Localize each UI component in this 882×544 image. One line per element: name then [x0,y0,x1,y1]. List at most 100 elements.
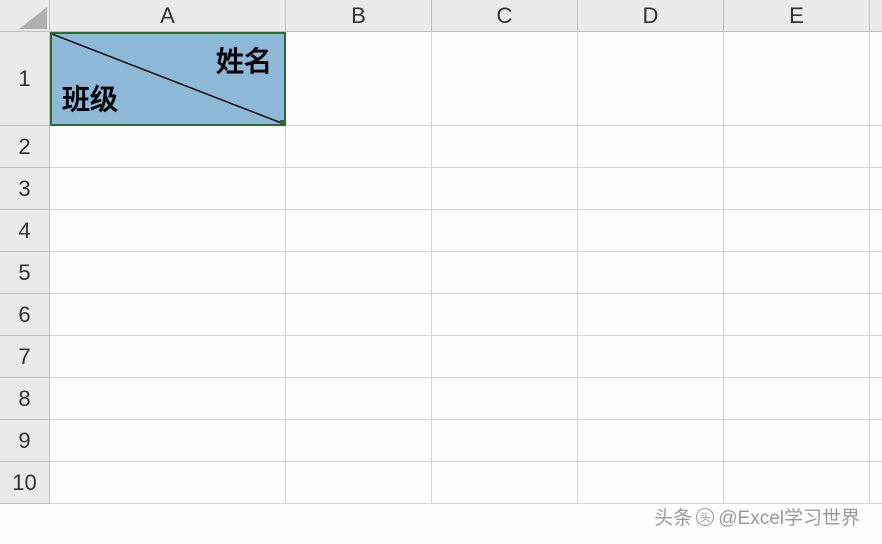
cell-C4[interactable] [432,210,578,252]
row-label: 3 [18,176,30,202]
cell-C9[interactable] [432,420,578,462]
cell-D10[interactable] [578,462,724,504]
column-header-C[interactable]: C [432,0,578,32]
cell-B10[interactable] [286,462,432,504]
cell-edge [870,420,882,462]
cell-D9[interactable] [578,420,724,462]
cell-D7[interactable] [578,336,724,378]
row-label: 4 [18,218,30,244]
cell-C8[interactable] [432,378,578,420]
cell-B1[interactable] [286,32,432,126]
col-label: C [497,3,513,29]
row-header-1[interactable]: 1 [0,32,50,126]
col-label: A [160,3,175,29]
cell-A5[interactable] [50,252,286,294]
cell-C3[interactable] [432,168,578,210]
cell-edge [870,462,882,504]
select-all-corner[interactable] [0,0,50,32]
cell-A6[interactable] [50,294,286,336]
row-label: 2 [18,134,30,160]
cell-edge [870,210,882,252]
cell-C6[interactable] [432,294,578,336]
select-all-triangle-icon [19,7,47,29]
row-header-5[interactable]: 5 [0,252,50,294]
cell-edge [870,168,882,210]
cell-A10[interactable] [50,462,286,504]
column-header-E[interactable]: E [724,0,870,32]
row-label: 8 [18,386,30,412]
col-label: D [643,3,659,29]
spreadsheet-grid: A B C D E 1 姓名 班级 2 3 4 5 6 [0,0,882,504]
cell-E2[interactable] [724,126,870,168]
row-header-8[interactable]: 8 [0,378,50,420]
col-label: B [351,3,366,29]
cell-D2[interactable] [578,126,724,168]
column-header-B[interactable]: B [286,0,432,32]
fill-handle[interactable] [280,120,286,126]
cell-A7[interactable] [50,336,286,378]
cell-A8[interactable] [50,378,286,420]
row-label: 7 [18,344,30,370]
row-header-2[interactable]: 2 [0,126,50,168]
row-header-9[interactable]: 9 [0,420,50,462]
watermark-author: @Excel学习世界 [718,503,860,530]
cell-edge [870,32,882,126]
cell-A4[interactable] [50,210,286,252]
row-header-3[interactable]: 3 [0,168,50,210]
watermark: 头条 头 @Excel学习世界 [654,503,860,530]
cell-edge [870,294,882,336]
cell-D8[interactable] [578,378,724,420]
cell-D6[interactable] [578,294,724,336]
cell-B2[interactable] [286,126,432,168]
cell-D3[interactable] [578,168,724,210]
cell-E3[interactable] [724,168,870,210]
cell-D1[interactable] [578,32,724,126]
cell-E5[interactable] [724,252,870,294]
col-label: E [789,3,804,29]
cell-B9[interactable] [286,420,432,462]
cell-B6[interactable] [286,294,432,336]
cell-A9[interactable] [50,420,286,462]
row-label: 9 [18,428,30,454]
cell-C10[interactable] [432,462,578,504]
cell-B3[interactable] [286,168,432,210]
cell-edge [870,126,882,168]
row-label: 6 [18,302,30,328]
col-edge [870,0,882,32]
watermark-prefix: 头条 [654,503,692,530]
cell-E10[interactable] [724,462,870,504]
cell-E1[interactable] [724,32,870,126]
column-header-A[interactable]: A [50,0,286,32]
header-text-top: 姓名 [216,40,272,80]
cell-B8[interactable] [286,378,432,420]
cell-A2[interactable] [50,126,286,168]
cell-A1[interactable]: 姓名 班级 [50,32,286,126]
cell-C5[interactable] [432,252,578,294]
watermark-logo-icon: 头 [696,508,714,526]
cell-edge [870,336,882,378]
header-text-bottom: 班级 [62,78,118,118]
cell-D4[interactable] [578,210,724,252]
cell-B7[interactable] [286,336,432,378]
row-label: 10 [12,470,36,496]
cell-E6[interactable] [724,294,870,336]
cell-C1[interactable] [432,32,578,126]
column-header-D[interactable]: D [578,0,724,32]
cell-E9[interactable] [724,420,870,462]
row-header-10[interactable]: 10 [0,462,50,504]
cell-edge [870,378,882,420]
row-header-6[interactable]: 6 [0,294,50,336]
cell-B4[interactable] [286,210,432,252]
cell-E4[interactable] [724,210,870,252]
cell-A3[interactable] [50,168,286,210]
cell-C2[interactable] [432,126,578,168]
cell-C7[interactable] [432,336,578,378]
cell-edge [870,252,882,294]
cell-B5[interactable] [286,252,432,294]
cell-E8[interactable] [724,378,870,420]
row-header-7[interactable]: 7 [0,336,50,378]
cell-E7[interactable] [724,336,870,378]
cell-D5[interactable] [578,252,724,294]
row-header-4[interactable]: 4 [0,210,50,252]
row-label: 5 [18,260,30,286]
